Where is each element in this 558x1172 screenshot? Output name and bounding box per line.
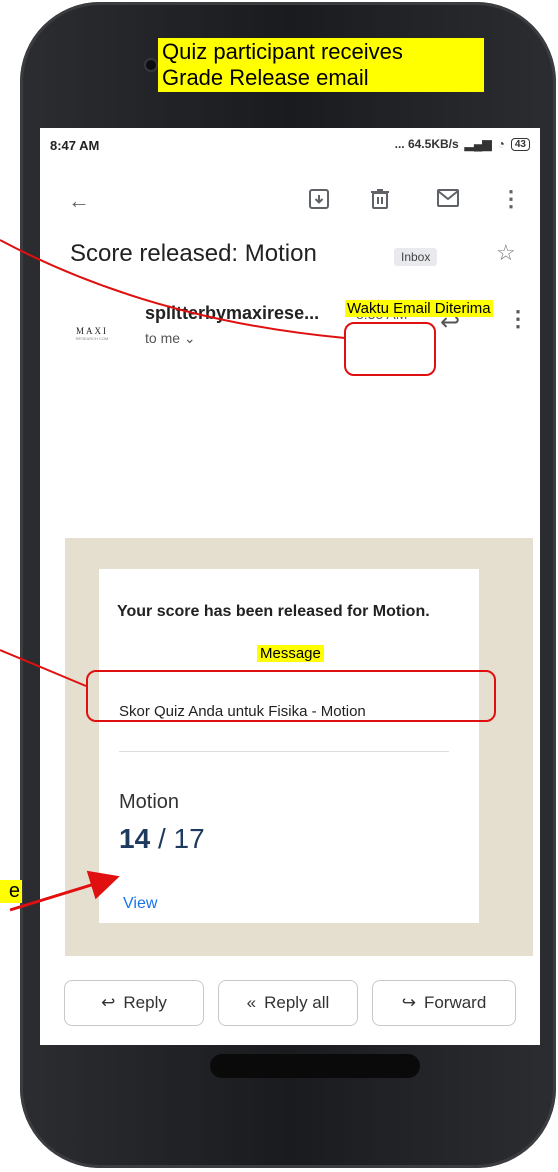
wifi-icon: ◔ [497, 137, 505, 151]
signal-icon: ▂▄▆ [464, 137, 492, 151]
score: 14 / 17 [119, 823, 205, 855]
message-annotation-label: Message [257, 645, 324, 662]
inbox-label[interactable]: Inbox [394, 248, 438, 266]
chevron-down-icon: ⌄ [183, 330, 196, 346]
phone-screen: 8:47 AM ... 64.5KB/s ▂▄▆ ◔ 43 ← ⋮ Score … [40, 128, 540, 1045]
more-vert-icon[interactable]: ⋮ [500, 186, 522, 212]
view-link[interactable]: View [123, 895, 157, 913]
message-highlight-box [86, 670, 496, 722]
status-indicators: ... 64.5KB/s ▂▄▆ ◔ 43 [395, 137, 530, 151]
reply-all-icon: « [246, 993, 257, 1012]
score-value: 14 [119, 823, 151, 854]
avatar-sub: RESEARCH.COM [75, 336, 109, 341]
top-caption: Quiz participant receives Grade Release … [158, 38, 484, 92]
avatar-brand: MAXI [76, 326, 108, 336]
forward-icon: ↪ [401, 993, 416, 1012]
reply-label: Reply [123, 993, 167, 1012]
back-arrow-icon[interactable]: ← [68, 188, 90, 214]
more-vert-icon[interactable]: ⋮ [507, 306, 529, 332]
reply-all-button[interactable]: « Reply all [218, 980, 358, 1026]
score-card: Your score has been released for Motion.… [99, 569, 479, 923]
mail-icon[interactable] [436, 188, 460, 214]
email-subject: Score released: Motion [70, 240, 317, 267]
top-caption-line2: Grade Release email [162, 65, 369, 90]
status-bar: 8:47 AM ... 64.5KB/s ▂▄▆ ◔ 43 [40, 128, 540, 164]
status-time: 8:47 AM [50, 138, 100, 153]
card-heading: Your score has been released for Motion. [117, 603, 430, 620]
time-annotation-label: Waktu Email Diterima [345, 300, 493, 317]
email-body: Your score has been released for Motion.… [65, 538, 533, 956]
left-partial-label: e [0, 880, 22, 903]
sender-name[interactable]: splitterbymaxirese... [145, 303, 345, 324]
score-total: / 17 [157, 823, 205, 854]
reply-icon: ↩ [101, 993, 116, 1012]
battery-icon: 43 [510, 137, 530, 151]
front-camera [146, 60, 156, 70]
home-bar [210, 1054, 420, 1078]
quiz-name: Motion [119, 791, 180, 813]
recipient-label: to me [145, 330, 181, 346]
forward-label: Forward [423, 993, 487, 1012]
trash-icon[interactable] [370, 188, 390, 216]
avatar: MAXI RESEARCH.COM [62, 326, 122, 356]
network-speed: ... 64.5KB/s [394, 137, 459, 151]
reply-all-label: Reply all [264, 993, 330, 1012]
recipient-toggle[interactable]: to me ⌄ [145, 330, 196, 347]
time-highlight-box [344, 322, 436, 376]
top-caption-line1: Quiz participant receives [162, 39, 403, 64]
card-divider [119, 751, 449, 752]
action-bar: ↩ Reply « Reply all ↪ Forward [40, 968, 540, 1028]
forward-button[interactable]: ↪ Forward [372, 980, 516, 1026]
email-toolbar: ← ⋮ [40, 178, 540, 228]
archive-icon[interactable] [308, 188, 330, 216]
reply-button[interactable]: ↩ Reply [64, 980, 204, 1026]
star-icon[interactable]: ☆ [496, 240, 516, 266]
